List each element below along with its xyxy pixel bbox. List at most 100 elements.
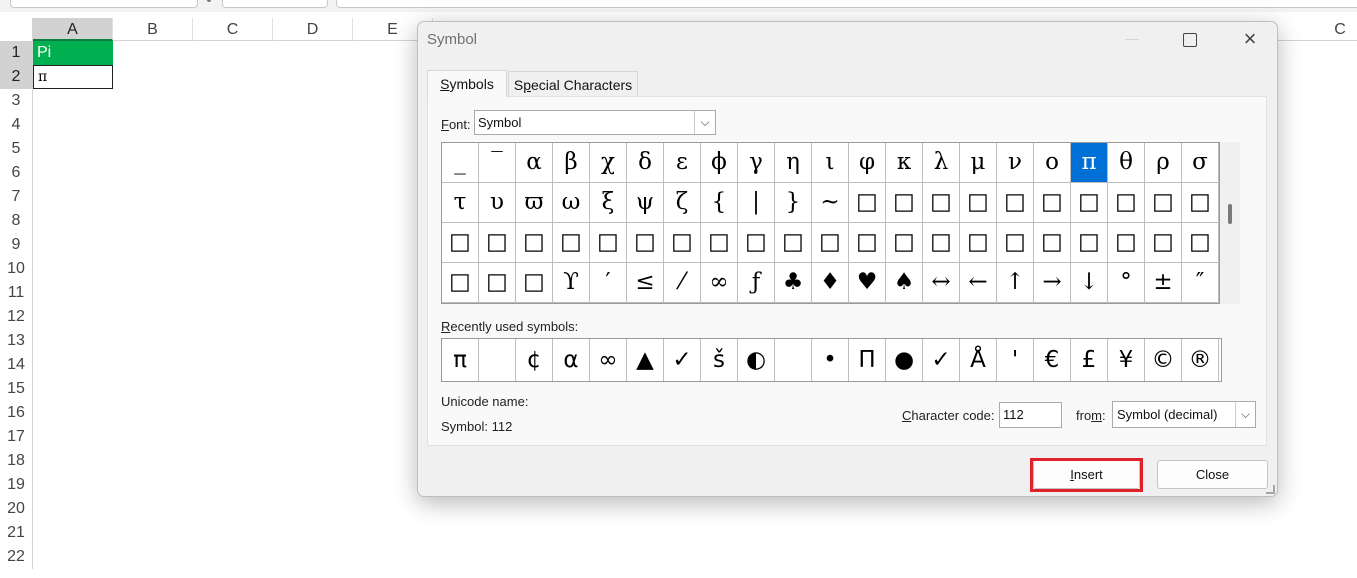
symbol-cell[interactable]: □ <box>1108 183 1145 223</box>
column-header-b[interactable]: B <box>113 18 193 41</box>
recent-symbol-cell[interactable] <box>775 339 812 381</box>
symbol-cell[interactable]: □ <box>1145 183 1182 223</box>
column-header-a[interactable]: A <box>33 18 113 41</box>
row-header[interactable]: 20 <box>0 497 33 521</box>
scrollbar-thumb[interactable] <box>1228 204 1232 224</box>
symbol-cell[interactable]: ← <box>960 263 997 303</box>
symbol-cell[interactable]: ψ <box>627 183 664 223</box>
recent-symbol-cell[interactable]: š <box>701 339 738 381</box>
symbol-cell[interactable]: ϒ <box>553 263 590 303</box>
cell-a1[interactable]: Pi <box>33 41 113 65</box>
row-header[interactable]: 6 <box>0 161 33 185</box>
symbol-cell[interactable]: □ <box>997 223 1034 263</box>
maximize-icon[interactable] <box>1182 32 1197 47</box>
recent-symbol-cell[interactable]: Π <box>849 339 886 381</box>
symbol-cell[interactable]: ≤ <box>627 263 664 303</box>
symbol-cell[interactable]: υ <box>479 183 516 223</box>
symbol-cell[interactable]: ° <box>1108 263 1145 303</box>
symbol-cell[interactable]: _ <box>442 143 479 183</box>
symbol-cell[interactable]: □ <box>1034 183 1071 223</box>
symbol-cell[interactable]: ο <box>1034 143 1071 183</box>
symbol-cell[interactable]: → <box>1034 263 1071 303</box>
symbol-cell[interactable]: γ <box>738 143 775 183</box>
recent-symbol-cell[interactable]: • <box>812 339 849 381</box>
symbol-cell[interactable]: □ <box>516 263 553 303</box>
symbol-cell[interactable]: □ <box>960 223 997 263</box>
recent-symbol-cell[interactable]: ✓ <box>923 339 960 381</box>
recent-symbol-cell[interactable]: ¥ <box>1108 339 1145 381</box>
symbol-cell[interactable]: □ <box>886 183 923 223</box>
symbol-cell[interactable]: ι <box>812 143 849 183</box>
symbol-cell[interactable]: □ <box>849 183 886 223</box>
symbol-cell[interactable]: ♦ <box>812 263 849 303</box>
recent-symbol-cell[interactable]: ® <box>1182 339 1219 381</box>
minimize-icon[interactable] <box>1125 39 1139 40</box>
tab-special-characters[interactable]: Special Characters <box>508 71 638 97</box>
row-header[interactable]: 19 <box>0 473 33 497</box>
symbol-cell[interactable]: φ <box>849 143 886 183</box>
symbol-cell-selected[interactable]: π <box>1071 143 1108 183</box>
close-icon[interactable]: × <box>1240 28 1260 50</box>
symbol-cell[interactable]: □ <box>738 223 775 263</box>
symbol-cell[interactable]: ⁄ <box>664 263 701 303</box>
column-header-d[interactable]: D <box>273 18 353 41</box>
chevron-down-icon[interactable]: ⌵ <box>1235 402 1255 427</box>
row-header[interactable]: 13 <box>0 329 33 353</box>
symbol-cell[interactable]: □ <box>923 223 960 263</box>
symbol-cell[interactable]: □ <box>997 183 1034 223</box>
recent-symbol-cell[interactable]: ◐ <box>738 339 775 381</box>
symbol-cell[interactable]: □ <box>590 223 627 263</box>
symbol-cell[interactable]: ″ <box>1182 263 1219 303</box>
row-header[interactable]: 15 <box>0 377 33 401</box>
column-header-far[interactable]: C <box>1310 18 1357 41</box>
symbol-cell[interactable]: δ <box>627 143 664 183</box>
symbol-cell[interactable]: θ <box>1108 143 1145 183</box>
symbol-cell[interactable]: ↓ <box>1071 263 1108 303</box>
symbol-cell[interactable]: ♠ <box>886 263 923 303</box>
symbol-cell[interactable]: □ <box>516 223 553 263</box>
symbol-cell[interactable]: ϕ <box>701 143 738 183</box>
row-header[interactable]: 8 <box>0 209 33 233</box>
recent-symbol-cell[interactable]: ● <box>886 339 923 381</box>
close-button[interactable]: Close <box>1157 460 1268 489</box>
symbol-cell[interactable]: λ <box>923 143 960 183</box>
recent-symbol-cell[interactable]: € <box>1034 339 1071 381</box>
symbol-cell[interactable]: ƒ <box>738 263 775 303</box>
symbol-cell[interactable]: □ <box>627 223 664 263</box>
row-header[interactable]: 10 <box>0 257 33 281</box>
symbol-cell[interactable]: ~ <box>812 183 849 223</box>
recent-symbol-cell[interactable]: © <box>1145 339 1182 381</box>
recent-symbol-cell[interactable]: ▲ <box>627 339 664 381</box>
name-box[interactable] <box>10 0 198 8</box>
symbol-cell[interactable]: κ <box>886 143 923 183</box>
row-header[interactable]: 9 <box>0 233 33 257</box>
symbol-cell[interactable]: □ <box>923 183 960 223</box>
symbol-cell[interactable]: □ <box>775 223 812 263</box>
recent-symbol-cell[interactable]: Å <box>960 339 997 381</box>
symbol-cell[interactable]: ∞ <box>701 263 738 303</box>
symbol-cell[interactable]: ♥ <box>849 263 886 303</box>
symbol-cell[interactable]: ξ <box>590 183 627 223</box>
symbol-cell[interactable]: | <box>738 183 775 223</box>
symbol-cell[interactable]: ↔ <box>923 263 960 303</box>
row-header[interactable]: 18 <box>0 449 33 473</box>
row-header[interactable]: 5 <box>0 137 33 161</box>
symbol-cell[interactable]: ζ <box>664 183 701 223</box>
recent-symbol-cell[interactable] <box>479 339 516 381</box>
symbol-cell[interactable]: { <box>701 183 738 223</box>
recent-symbol-cell[interactable]: £ <box>1071 339 1108 381</box>
symbol-cell[interactable]: ν <box>997 143 1034 183</box>
symbol-cell[interactable]: □ <box>442 223 479 263</box>
row-header[interactable]: 17 <box>0 425 33 449</box>
recent-symbol-cell[interactable]: α <box>553 339 590 381</box>
symbol-cell[interactable]: η <box>775 143 812 183</box>
symbol-cell[interactable]: α <box>516 143 553 183</box>
row-header[interactable]: 14 <box>0 353 33 377</box>
row-header[interactable]: 16 <box>0 401 33 425</box>
from-dropdown[interactable]: Symbol (decimal) ⌵ <box>1112 401 1256 428</box>
chevron-down-icon[interactable]: ⌵ <box>694 111 715 134</box>
symbol-cell[interactable]: □ <box>1071 223 1108 263</box>
character-code-input[interactable]: 112 <box>999 402 1062 428</box>
symbol-cell[interactable]: ± <box>1145 263 1182 303</box>
recent-symbol-cell[interactable]: ∞ <box>590 339 627 381</box>
